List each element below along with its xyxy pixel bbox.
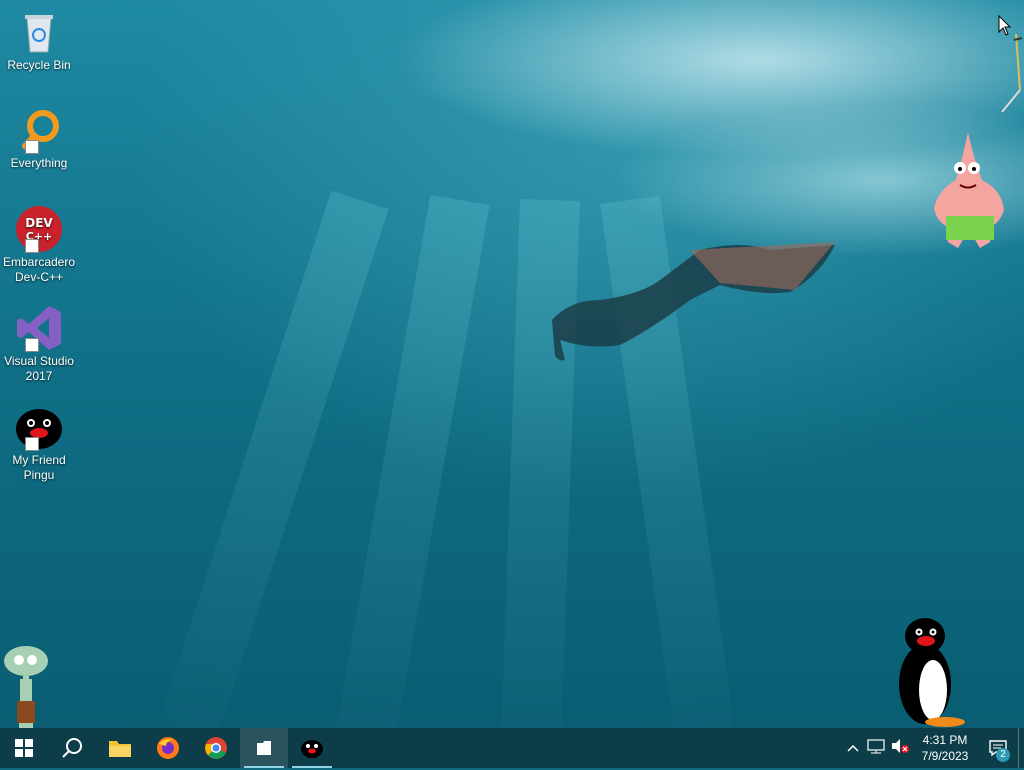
system-tray: 4:31 PM 7/9/2023 2 — [842, 728, 1024, 768]
desktop-icon-label: Embarcadero Dev-C++ — [2, 255, 76, 284]
patrick-character[interactable] — [930, 130, 1010, 255]
network-icon[interactable] — [864, 738, 888, 759]
search-button[interactable] — [48, 728, 96, 768]
search-icon — [62, 738, 82, 758]
svg-text:DEV: DEV — [25, 216, 53, 230]
desktop-icon-everything[interactable]: Everything — [2, 106, 76, 171]
notification-center-button[interactable]: 2 — [978, 728, 1018, 768]
shortcut-arrow-icon — [25, 140, 39, 154]
desktop-icon-label: Recycle Bin — [7, 58, 71, 72]
folder-icon — [109, 741, 131, 757]
shortcut-arrow-icon — [25, 239, 39, 253]
chevron-up-icon[interactable] — [842, 739, 864, 757]
taskbar-file-explorer[interactable] — [96, 728, 144, 768]
desktop-icon-dev-cpp[interactable]: DEV C++ Embarcadero Dev-C++ — [2, 205, 76, 285]
show-desktop-button[interactable] — [1018, 728, 1024, 768]
taskbar-file-app[interactable] — [240, 728, 288, 768]
start-button[interactable] — [0, 728, 48, 768]
taskbar-chrome[interactable] — [192, 728, 240, 768]
desktop-icon-pingu[interactable]: My Friend Pingu — [2, 403, 76, 483]
notification-count-badge: 2 — [996, 748, 1010, 762]
desktop-icon-visual-studio[interactable]: Visual Studio 2017 — [2, 304, 76, 384]
taskbar-pingu[interactable] — [288, 728, 336, 768]
shortcut-arrow-icon — [25, 437, 39, 451]
firefox-icon — [157, 737, 179, 759]
clock-date: 7/9/2023 — [921, 749, 969, 763]
clock-time: 4:31 PM — [922, 733, 968, 747]
taskbar-firefox[interactable] — [144, 728, 192, 768]
chrome-icon — [205, 737, 227, 759]
desktop-icon-recycle-bin[interactable]: Recycle Bin — [2, 8, 76, 73]
mouse-cursor-icon — [998, 15, 1012, 36]
pingu-icon — [301, 740, 323, 758]
pingu-character[interactable] — [895, 614, 970, 729]
desktop-icon-label: Visual Studio 2017 — [4, 354, 74, 383]
windows-start-icon — [15, 739, 33, 757]
pingu-icon — [15, 403, 63, 451]
file-icon — [257, 741, 271, 755]
recycle-bin-icon — [15, 8, 63, 56]
taskbar: 4:31 PM 7/9/2023 2 — [0, 728, 1024, 768]
dev-cpp-icon: DEV C++ — [15, 205, 63, 253]
desktop-icon-label: My Friend Pingu — [12, 453, 66, 482]
diver-figure — [552, 242, 835, 361]
shortcut-arrow-icon — [25, 338, 39, 352]
desktop-wallpaper — [0, 0, 1024, 728]
visual-studio-icon — [15, 304, 63, 352]
clock[interactable]: 4:31 PM 7/9/2023 — [912, 732, 978, 764]
volume-muted-icon[interactable] — [888, 738, 912, 759]
desktop-icon-label: Everything — [10, 156, 68, 170]
sword-figure — [1001, 33, 1023, 113]
everything-search-icon — [15, 106, 63, 154]
